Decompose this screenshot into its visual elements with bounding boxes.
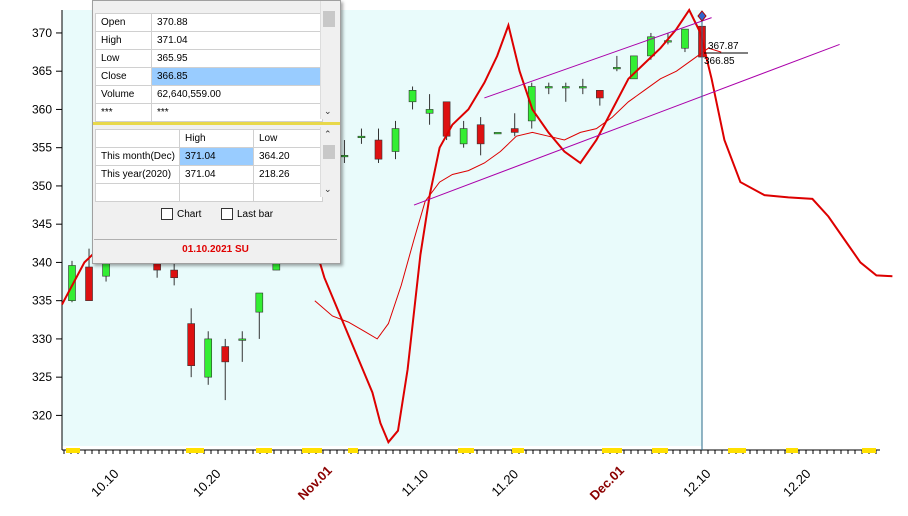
candle-body — [85, 266, 93, 301]
range-high: 371.04 — [179, 165, 254, 184]
checkbox-icon[interactable] — [221, 208, 233, 220]
lastbar-checkbox[interactable]: Last bar — [221, 208, 273, 220]
scroll-down-icon[interactable]: ⌄ — [324, 106, 332, 117]
scroll-thumb[interactable] — [323, 11, 335, 27]
x-tick-highlight — [652, 448, 668, 453]
x-tick-highlight — [862, 448, 876, 453]
x-tick-highlight — [458, 448, 474, 453]
x-tick-highlight — [728, 448, 746, 453]
quote-scrollbar[interactable]: ⌄ — [320, 1, 337, 119]
range-low: 364.20 — [253, 147, 323, 166]
candle-body — [221, 346, 230, 363]
quote-table: Open 370.88 High 371.04 Low 365.95 Close 366.85… — [95, 13, 323, 122]
y-tick-label: 370 — [32, 26, 52, 40]
candle-body — [561, 86, 570, 89]
quote-value: 365.95 — [151, 49, 323, 68]
quote-label: Volume — [95, 85, 152, 104]
chart-checkbox[interactable]: Chart — [161, 208, 201, 220]
candle-body — [596, 90, 604, 99]
candle-body — [238, 338, 247, 341]
y-tick-label: 320 — [32, 408, 52, 422]
price-label-high: 367.87 — [708, 41, 739, 52]
range-scrollbar[interactable]: ⌃ ⌄ — [320, 127, 337, 197]
candle-body — [459, 128, 468, 145]
x-tick-highlight — [302, 448, 322, 453]
range-header-blank — [95, 129, 180, 148]
candle-body — [255, 292, 264, 313]
range-header-row: High Low — [95, 129, 323, 148]
range-label: This year(2020) — [95, 165, 180, 184]
candle-body — [493, 132, 502, 135]
range-row-year[interactable]: This year(2020) 371.04 218.26 — [95, 165, 323, 184]
y-tick-label: 365 — [32, 64, 52, 78]
x-tick-highlight — [256, 448, 272, 453]
quote-label: *** — [95, 103, 152, 122]
checkbox-icon[interactable] — [161, 208, 173, 220]
date-status: 01.10.2021 SU — [94, 239, 337, 260]
scroll-up-icon[interactable]: ⌃ — [324, 129, 332, 140]
range-label: This month(Dec) — [95, 147, 180, 166]
x-tick-highlight — [66, 448, 80, 453]
quote-label: High — [95, 31, 152, 50]
range-low: 218.26 — [253, 165, 323, 184]
quote-value: 62,640,559.00 — [151, 85, 323, 104]
quote-label: Open — [95, 13, 152, 32]
candle-body — [544, 86, 553, 89]
candle-body — [408, 90, 417, 103]
price-label-close: 366.85 — [704, 56, 735, 67]
range-header-high: High — [179, 129, 254, 148]
x-tick-highlight — [348, 448, 358, 453]
candle-body — [425, 109, 434, 114]
candle-body — [476, 124, 485, 145]
x-tick-highlight — [602, 448, 622, 453]
candle-body — [187, 323, 195, 366]
y-tick-label: 335 — [32, 294, 52, 308]
y-tick-label: 330 — [32, 332, 52, 346]
chart-checkbox-label: Chart — [177, 208, 202, 220]
quote-row-open[interactable]: Open 370.88 — [95, 13, 323, 32]
y-tick-label: 340 — [32, 255, 52, 269]
quote-row-volume[interactable]: Volume 62,640,559.00 — [95, 85, 323, 104]
y-tick-label: 350 — [32, 179, 52, 193]
quote-row-[interactable]: *** *** — [95, 103, 323, 122]
y-tick-label: 345 — [32, 217, 52, 231]
candle-body — [391, 128, 400, 152]
y-tick-label: 360 — [32, 102, 52, 116]
x-tick-highlight — [186, 448, 204, 453]
range-table: High Low This month(Dec) 371.04 364.20 T… — [95, 129, 323, 202]
quote-info-panel[interactable]: Open 370.88 High 371.04 Low 365.95 Close 366.85… — [92, 0, 341, 264]
candle-body — [681, 28, 689, 49]
y-tick-label: 325 — [32, 370, 52, 384]
x-tick-highlight — [512, 448, 524, 453]
quote-row-close[interactable]: Close 366.85 — [95, 67, 323, 86]
candle-body — [527, 86, 536, 122]
candle-body — [579, 86, 587, 89]
candle-body — [357, 135, 366, 139]
candle-body — [613, 67, 621, 70]
candle-body — [374, 139, 383, 160]
range-high: 371.04 — [179, 147, 254, 166]
range-header-low: Low — [253, 129, 323, 148]
quote-value: 371.04 — [151, 31, 323, 50]
quote-label: Low — [95, 49, 152, 68]
candle-body — [340, 155, 349, 158]
panel-separator — [93, 122, 340, 125]
scroll-thumb[interactable] — [323, 145, 335, 159]
quote-value: 366.85 — [151, 67, 323, 86]
quote-value: 370.88 — [151, 13, 323, 32]
x-tick-highlight — [786, 448, 798, 453]
y-tick-label: 355 — [32, 141, 52, 155]
quote-value: *** — [151, 103, 323, 122]
quote-row-high[interactable]: High 371.04 — [95, 31, 323, 50]
quote-label: Close — [95, 67, 152, 86]
lastbar-checkbox-label: Last bar — [237, 208, 274, 220]
range-row-empty — [95, 183, 323, 202]
candle-body — [170, 269, 178, 279]
range-row-month[interactable]: This month(Dec) 371.04 364.20 — [95, 147, 323, 166]
candle-body — [510, 128, 519, 133]
scroll-down-icon[interactable]: ⌄ — [324, 184, 332, 195]
candle-body — [204, 338, 213, 378]
quote-row-low[interactable]: Low 365.95 — [95, 49, 323, 68]
